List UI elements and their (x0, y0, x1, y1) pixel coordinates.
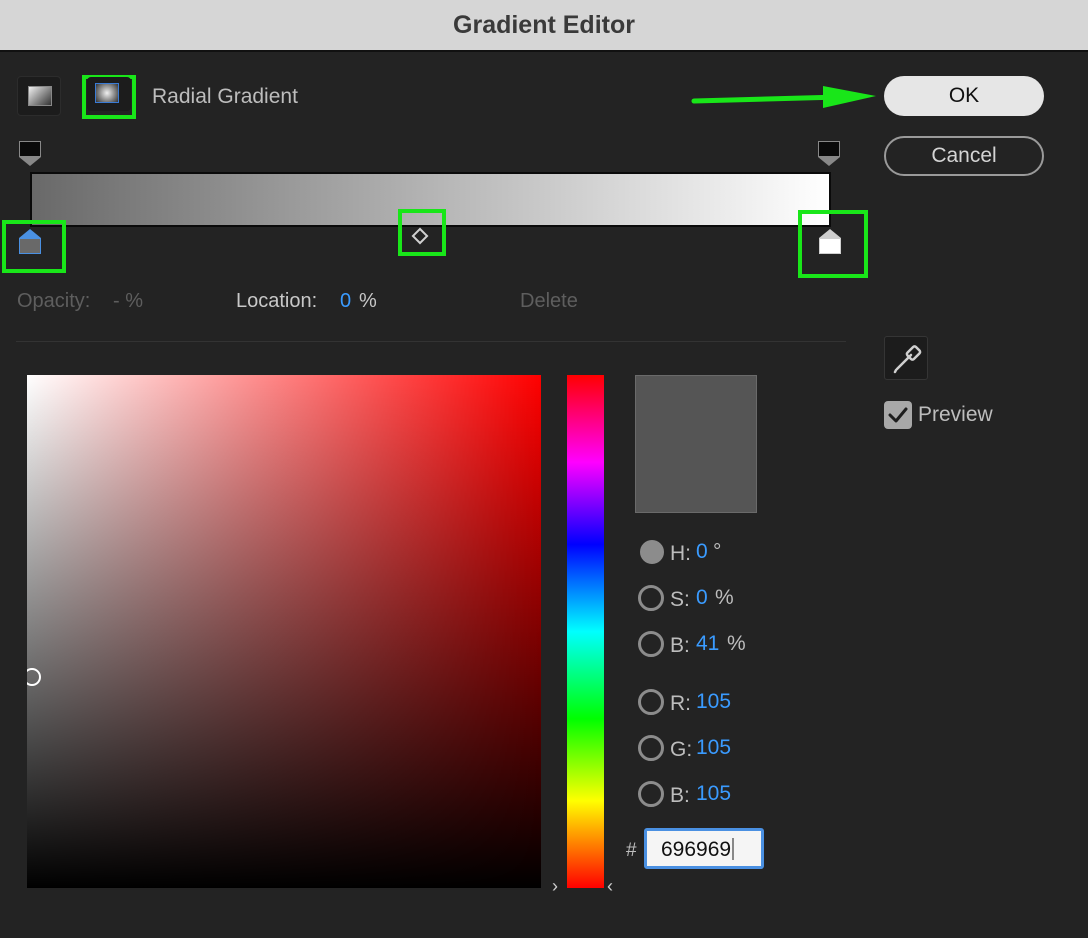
value-saturation[interactable]: 0 (696, 586, 708, 610)
eyedropper-button[interactable] (884, 336, 928, 380)
value-brightness[interactable]: 41 (696, 632, 719, 656)
color-stop-right[interactable] (818, 229, 842, 255)
opacity-stop-left[interactable] (19, 141, 41, 166)
label-green: G: (670, 738, 693, 761)
label-brightness: B: (670, 634, 690, 657)
divider (16, 341, 846, 342)
radio-hue[interactable] (640, 540, 664, 564)
checkmark-icon (888, 407, 908, 423)
cursor-mask (17, 668, 27, 688)
linear-gradient-button[interactable] (17, 76, 61, 116)
unit-hue: ° (713, 540, 722, 563)
color-stop-left[interactable] (18, 229, 42, 255)
hex-input[interactable]: 696969 (644, 828, 764, 869)
opacity-label: Opacity: (17, 290, 91, 312)
radio-brightness[interactable] (638, 631, 664, 657)
opacity-stop-right[interactable] (818, 141, 840, 166)
hue-slider-left-arrow[interactable]: › (552, 876, 558, 897)
hue-slider-right-arrow[interactable]: ‹ (607, 876, 613, 897)
saturation-brightness-field[interactable] (27, 375, 541, 888)
hex-prefix: # (626, 840, 637, 861)
value-blue[interactable]: 105 (696, 782, 731, 806)
preview-label: Preview (918, 403, 993, 426)
value-red[interactable]: 105 (696, 690, 731, 714)
ok-button[interactable]: OK (884, 76, 1044, 116)
radio-saturation[interactable] (638, 585, 664, 611)
location-unit: % (359, 290, 377, 312)
radial-gradient-icon (95, 83, 119, 103)
title-bar: Gradient Editor (0, 0, 1088, 52)
label-hue: H: (670, 542, 691, 565)
unit-saturation: % (715, 586, 734, 609)
radio-green[interactable] (638, 735, 664, 761)
arrow-annotation (691, 86, 876, 108)
linear-gradient-icon (28, 86, 52, 106)
unit-brightness: % (727, 632, 746, 655)
location-value[interactable]: 0 (340, 290, 351, 313)
value-green[interactable]: 105 (696, 736, 731, 760)
label-saturation: S: (670, 588, 690, 611)
preview-checkbox[interactable] (884, 401, 912, 429)
value-hue[interactable]: 0 (696, 540, 708, 564)
delete-button[interactable]: Delete (520, 290, 578, 313)
radial-gradient-button[interactable] (87, 77, 131, 111)
window-title: Gradient Editor (453, 10, 635, 39)
label-red: R: (670, 692, 691, 715)
text-caret (732, 838, 735, 860)
radio-red[interactable] (638, 689, 664, 715)
label-blue: B: (670, 784, 690, 807)
current-color-swatch (635, 375, 757, 513)
location-label: Location: (236, 290, 318, 312)
opacity-value[interactable]: - % (113, 290, 143, 313)
cancel-button[interactable]: Cancel (884, 136, 1044, 176)
eyedropper-icon (893, 345, 922, 374)
hex-value: 696969 (661, 838, 732, 861)
gradient-type-label: Radial Gradient (152, 85, 298, 108)
hue-slider[interactable] (567, 375, 604, 888)
radio-blue[interactable] (638, 781, 664, 807)
